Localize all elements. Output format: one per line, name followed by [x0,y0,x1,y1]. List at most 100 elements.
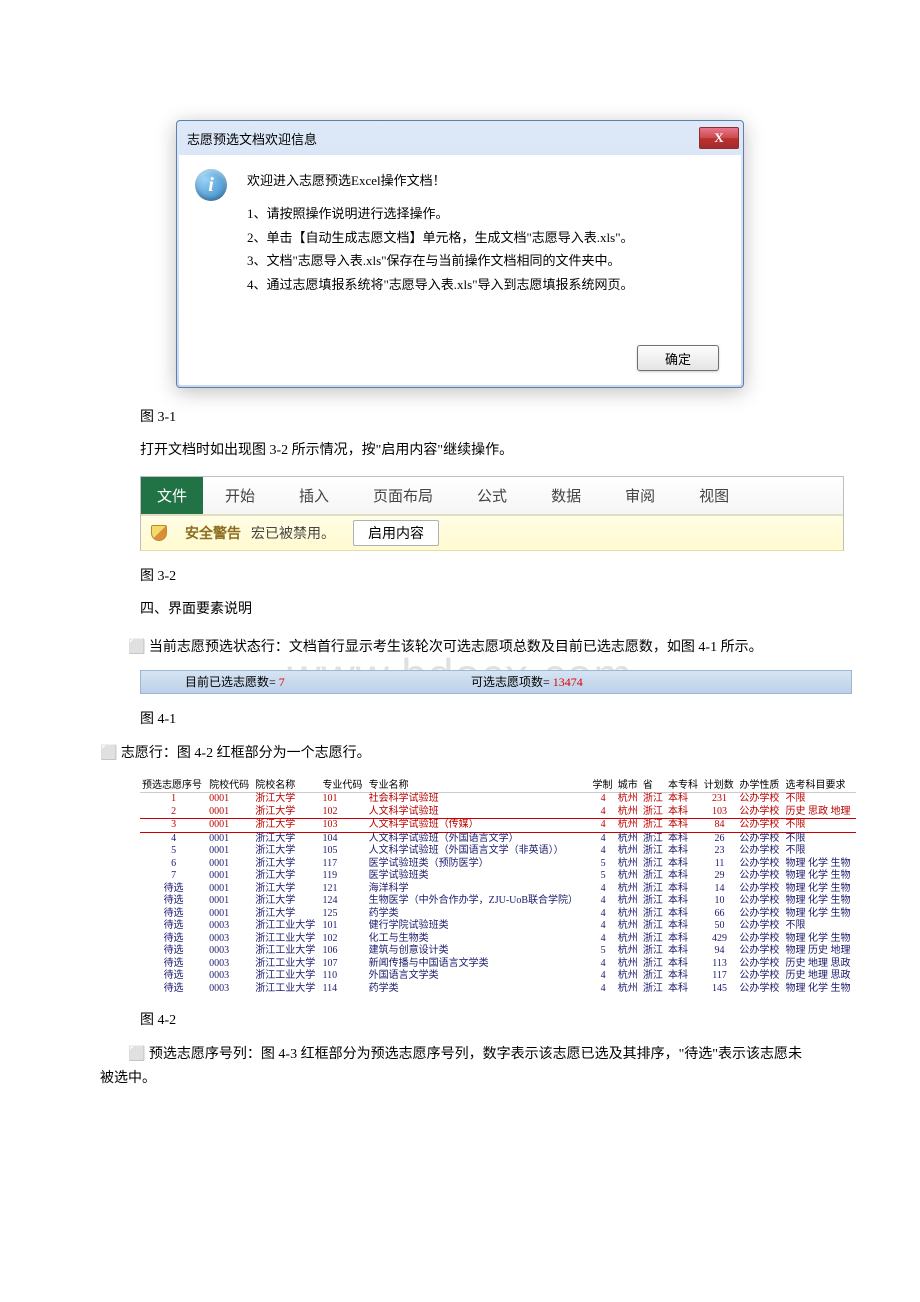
table-cell: 浙江大学 [253,845,320,858]
section-title: 四、界面要素说明 [140,599,820,621]
table-row[interactable]: 待选0003浙江工业大学110外国语言文学类4杭州浙江本科117公办学校历史 地… [140,970,856,983]
table-row[interactable]: 20001浙江大学102人文科学试验班4杭州浙江本科103公办学校历史 思政 地… [140,806,856,819]
tab-formula[interactable]: 公式 [455,477,529,514]
table-cell: 公办学校 [737,832,783,845]
welcome-dialog: 志愿预选文档欢迎信息 X i 欢迎进入志愿预选Excel操作文档！ 1、请按照操… [176,120,744,388]
figure-caption: 图 4-1 [140,708,820,728]
table-cell: 待选 [140,983,207,996]
table-cell: 物理 化学 生物 [784,908,856,921]
excel-tabs-row: 文件 开始 插入 页面布局 公式 数据 审阅 视图 [141,477,843,515]
dialog-line: 3、文档"志愿导入表.xls"保存在与当前操作文档相同的文件夹中。 [247,249,634,272]
table-row[interactable]: 待选0003浙江工业大学107新闻传播与中国语言文学类4杭州浙江本科113公办学… [140,958,856,971]
table-cell: 0001 [207,870,253,883]
table-row[interactable]: 70001浙江大学119医学试验班类5杭州浙江本科29公办学校物理 化学 生物 [140,870,856,883]
table-cell: 医学试验班类 [367,870,591,883]
table-row[interactable]: 待选0003浙江工业大学114药学类4杭州浙江本科145公办学校物理 化学 生物 [140,983,856,996]
table-cell: 历史 思政 地理 [784,806,856,819]
table-cell: 5 [591,945,616,958]
table-cell: 不限 [784,819,856,833]
volunteer-table: 预选志愿序号院校代码院校名称专业代码专业名称学制城市省本专科计划数办学性质选考科… [140,775,856,995]
table-cell: 11 [702,858,738,871]
table-header-row: 预选志愿序号院校代码院校名称专业代码专业名称学制城市省本专科计划数办学性质选考科… [140,775,856,793]
table-cell: 本科 [666,870,702,883]
table-cell: 0001 [207,908,253,921]
table-cell: 106 [320,945,366,958]
table-cell: 物理 化学 生物 [784,870,856,883]
status-selected: 目前已选志愿数= 7 [141,673,471,690]
table-cell: 50 [702,920,738,933]
table-cell: 浙江 [641,870,666,883]
table-cell: 公办学校 [737,793,783,806]
tab-review[interactable]: 审阅 [603,477,677,514]
table-cell: 4 [591,883,616,896]
table-cell: 浙江 [641,945,666,958]
table-cell: 4 [591,920,616,933]
table-cell: 物理 化学 生物 [784,983,856,996]
tab-insert[interactable]: 插入 [277,477,351,514]
table-cell: 23 [702,845,738,858]
table-cell: 0003 [207,945,253,958]
table-cell: 本科 [666,908,702,921]
table-cell: 杭州 [616,983,641,996]
table-cell: 104 [320,832,366,845]
table-cell: 0001 [207,832,253,845]
table-cell: 不限 [784,920,856,933]
table-cell: 浙江 [641,920,666,933]
table-row[interactable]: 待选0003浙江工业大学106建筑与创意设计类5杭州浙江本科94公办学校物理 历… [140,945,856,958]
info-icon: i [195,169,227,201]
table-col-header: 计划数 [702,775,738,793]
tab-home[interactable]: 开始 [203,477,277,514]
table-row[interactable]: 待选0003浙江工业大学101健行学院试验班类4杭州浙江本科50公办学校不限 [140,920,856,933]
table-row[interactable]: 待选0001浙江大学125药学类4杭州浙江本科66公办学校物理 化学 生物 [140,908,856,921]
table-cell: 公办学校 [737,983,783,996]
table-cell: 公办学校 [737,945,783,958]
table-col-header: 预选志愿序号 [140,775,207,793]
table-cell: 429 [702,933,738,946]
tab-layout[interactable]: 页面布局 [351,477,455,514]
ok-button[interactable]: 确定 [637,345,719,371]
table-row[interactable]: 10001浙江大学101社会科学试验班4杭州浙江本科231公办学校不限 [140,793,856,806]
table-cell: 历史 地理 思政 [784,970,856,983]
close-button[interactable]: X [699,127,739,149]
table-cell: 浙江大学 [253,819,320,833]
table-cell: 103 [702,806,738,819]
table-cell: 4 [591,832,616,845]
table-cell: 杭州 [616,908,641,921]
table-col-header: 选考科目要求 [784,775,856,793]
table-cell: 浙江大学 [253,908,320,921]
table-cell: 29 [702,870,738,883]
table-row[interactable]: 40001浙江大学104人文科学试验班（外国语言文学）4杭州浙江本科26公办学校… [140,832,856,845]
table-row[interactable]: 30001浙江大学103人文科学试验班（传媒）4杭州浙江本科84公办学校不限 [140,819,856,833]
table-cell: 本科 [666,958,702,971]
table-cell: 浙江 [641,908,666,921]
figure-caption: 图 3-2 [140,565,820,585]
table-cell: 物理 化学 生物 [784,933,856,946]
table-cell: 浙江 [641,958,666,971]
table-cell: 浙江大学 [253,895,320,908]
table-cell: 公办学校 [737,870,783,883]
table-cell: 84 [702,819,738,833]
dialog-line: 1、请按照操作说明进行选择操作。 [247,202,634,225]
table-cell: 4 [591,845,616,858]
table-cell: 4 [591,793,616,806]
table-cell: 4 [591,933,616,946]
tab-data[interactable]: 数据 [529,477,603,514]
table-cell: 药学类 [367,908,591,921]
total-count: 13474 [553,675,583,689]
table-cell: 231 [702,793,738,806]
enable-content-button[interactable]: 启用内容 [353,520,439,546]
table-cell: 公办学校 [737,908,783,921]
table-row[interactable]: 50001浙江大学105人文科学试验班（外国语言文学（非英语））4杭州浙江本科2… [140,845,856,858]
table-cell: 4 [591,983,616,996]
table-cell: 物理 化学 生物 [784,895,856,908]
table-cell: 本科 [666,832,702,845]
tab-view[interactable]: 视图 [677,477,751,514]
table-cell: 杭州 [616,858,641,871]
dialog-line: 2、单击【自动生成志愿文档】单元格，生成文档"志愿导入表.xls"。 [247,226,634,249]
table-row[interactable]: 待选0001浙江大学121海洋科学4杭州浙江本科14公办学校物理 化学 生物 [140,883,856,896]
table-row[interactable]: 待选0003浙江工业大学102化工与生物类4杭州浙江本科429公办学校物理 化学… [140,933,856,946]
tab-file[interactable]: 文件 [141,477,203,514]
table-row[interactable]: 60001浙江大学117医学试验班类（预防医学）5杭州浙江本科11公办学校物理 … [140,858,856,871]
table-row[interactable]: 待选0001浙江大学124生物医学（中外合作办学，ZJU-UoB联合学院）4杭州… [140,895,856,908]
table-cell: 114 [320,983,366,996]
